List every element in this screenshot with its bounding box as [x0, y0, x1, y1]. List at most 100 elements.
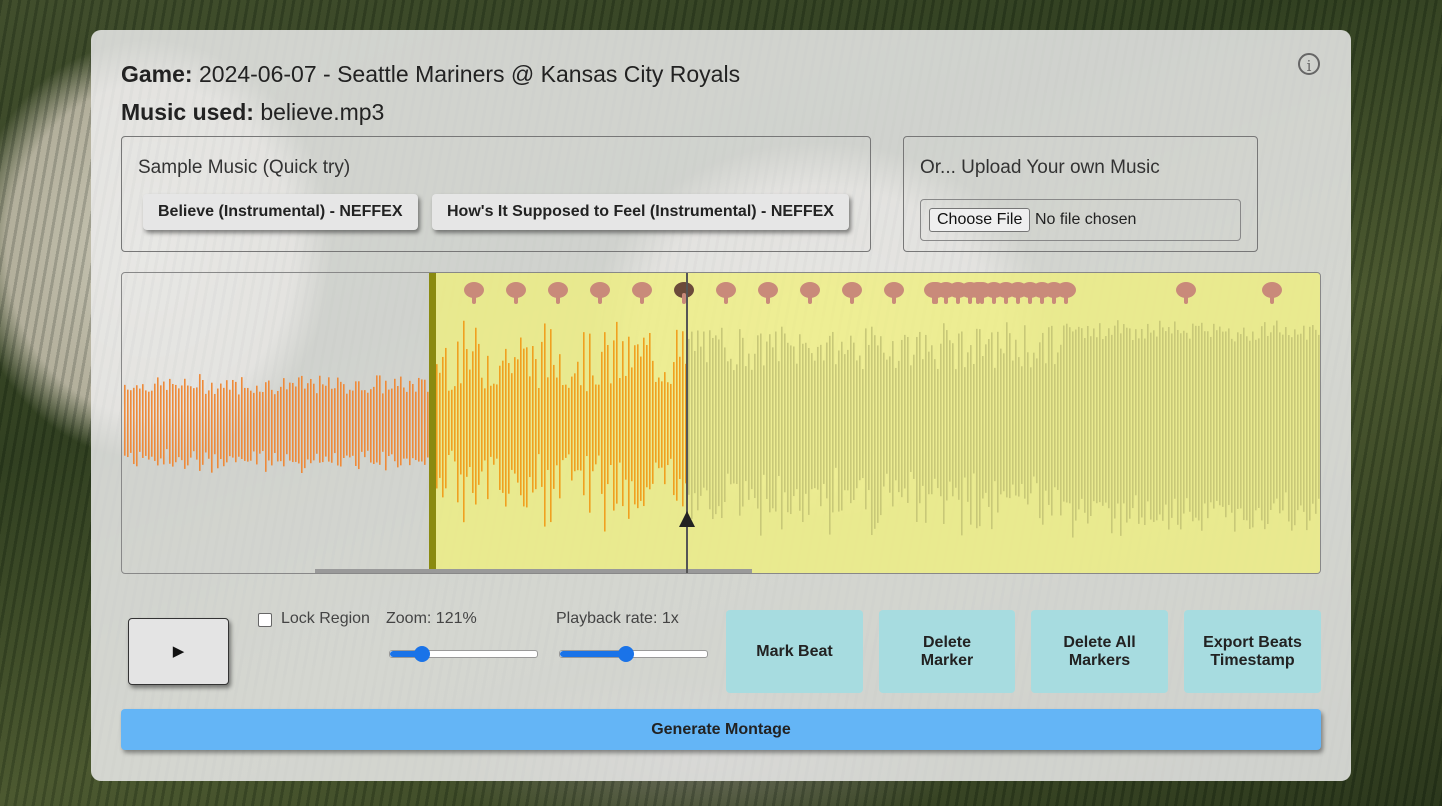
waveform-bar — [361, 390, 363, 452]
waveform-bar — [181, 385, 183, 461]
playback-rate-slider[interactable] — [559, 646, 708, 662]
waveform-bar — [130, 390, 132, 453]
delete-all-markers-button[interactable]: Delete All Markers — [1031, 610, 1168, 693]
waveform-bar — [700, 346, 702, 496]
waveform-bar — [133, 387, 135, 465]
waveform-bar — [757, 335, 759, 509]
waveform-bar — [1015, 339, 1017, 496]
export-beats-button[interactable]: Export Beats Timestamp — [1184, 610, 1321, 693]
waveform-bar — [1207, 331, 1209, 519]
waveform-bar — [1216, 330, 1218, 501]
waveform-bar — [1051, 325, 1053, 516]
waveform-bar — [1192, 323, 1194, 522]
waveform-bar — [1210, 336, 1212, 503]
play-button[interactable]: ▶ — [128, 618, 229, 685]
waveform-bar — [274, 394, 276, 453]
waveform-bar — [1225, 331, 1227, 518]
waveform-bar — [136, 385, 138, 467]
waveform-bar — [316, 393, 318, 454]
waveform-bar — [1312, 325, 1314, 504]
waveform-bar — [613, 340, 615, 511]
region-start-handle[interactable] — [429, 273, 436, 574]
file-input[interactable]: Choose File No file chosen — [920, 199, 1241, 241]
waveform-bar — [1156, 336, 1158, 521]
sample-believe-button[interactable]: Believe (Instrumental) - NEFFEX — [143, 194, 418, 230]
waveform-bar — [1012, 360, 1014, 485]
waveform-bar — [997, 331, 999, 513]
waveform-bar — [241, 377, 243, 460]
waveform-bar — [580, 385, 582, 471]
sample-music-box: Sample Music (Quick try) Believe (Instru… — [121, 136, 871, 252]
waveform-bar — [1258, 338, 1260, 508]
delete-marker-button[interactable]: Delete Marker — [879, 610, 1015, 693]
waveform-bar — [436, 364, 438, 489]
waveform-bar — [955, 369, 957, 488]
waveform-bar — [868, 344, 870, 491]
waveform-bar — [1111, 334, 1113, 534]
waveform-canvas[interactable] — [122, 273, 1321, 574]
waveform-bar — [733, 370, 735, 484]
waveform-bar — [259, 391, 261, 454]
waveform-bar — [1081, 328, 1083, 499]
waveform-bar — [352, 390, 354, 456]
waveform-bar — [1165, 331, 1167, 505]
waveform-bar — [1132, 340, 1134, 509]
waveform-bar — [223, 387, 225, 467]
waveform-bar — [781, 326, 783, 530]
waveform-bar — [358, 381, 360, 470]
waveform-bar — [1117, 320, 1119, 504]
waveform-bar — [520, 337, 522, 496]
waveform-bar — [538, 387, 540, 455]
waveform-bar — [703, 331, 705, 488]
waveform-bar — [1234, 341, 1236, 532]
waveform-bar — [1174, 321, 1176, 499]
waveform-bar — [727, 361, 729, 474]
choose-file-button[interactable]: Choose File — [929, 208, 1031, 232]
waveform-bar — [994, 367, 996, 482]
waveform-bar — [1054, 364, 1056, 488]
waveform-bar — [415, 391, 417, 460]
waveform-bar — [463, 320, 465, 523]
waveform-bar — [262, 392, 264, 452]
waveform-bar — [1294, 329, 1296, 526]
waveform-bar — [187, 385, 189, 466]
waveform-bar — [991, 332, 993, 530]
waveform-bar — [124, 384, 126, 456]
game-label: Game: — [121, 61, 193, 87]
waveform-bar — [253, 392, 255, 452]
waveform-bar — [625, 375, 627, 480]
waveform-bar — [1255, 339, 1257, 511]
waveform-bar — [682, 331, 684, 507]
waveform-bar — [709, 330, 711, 510]
waveform-bar — [634, 345, 636, 505]
waveform-bar — [853, 342, 855, 500]
waveform-bar — [472, 351, 474, 493]
waveform-bar — [1303, 325, 1305, 512]
waveform-bar — [1075, 329, 1077, 521]
waveform-bar — [595, 384, 597, 465]
lock-region-checkbox[interactable] — [258, 613, 272, 627]
zoom-slider[interactable] — [389, 646, 538, 662]
mark-beat-button[interactable]: Mark Beat — [726, 610, 863, 693]
generate-montage-button[interactable]: Generate Montage — [121, 709, 1321, 750]
sample-how-its-supposed-button[interactable]: How's It Supposed to Feel (Instrumental)… — [432, 194, 849, 230]
waveform-bar — [769, 334, 771, 513]
waveform-bar — [568, 387, 570, 455]
waveform-bar — [742, 337, 744, 507]
waveform[interactable] — [121, 272, 1321, 574]
waveform-bar — [931, 345, 933, 495]
waveform-bar — [1063, 325, 1065, 502]
info-icon[interactable]: i — [1298, 53, 1320, 75]
music-line: Music used: believe.mp3 — [121, 99, 384, 126]
waveform-bar — [829, 335, 831, 535]
waveform-bar — [1135, 329, 1137, 496]
waveform-bar — [508, 363, 510, 494]
waveform-bar — [289, 382, 291, 461]
waveform-bar — [283, 378, 285, 467]
waveform-bar — [607, 345, 609, 485]
waveform-bar — [310, 378, 312, 464]
waveform-bar — [256, 385, 258, 465]
waveform-bar — [922, 359, 924, 486]
waveform-bar — [163, 381, 165, 465]
waveform-bar — [1138, 338, 1140, 524]
